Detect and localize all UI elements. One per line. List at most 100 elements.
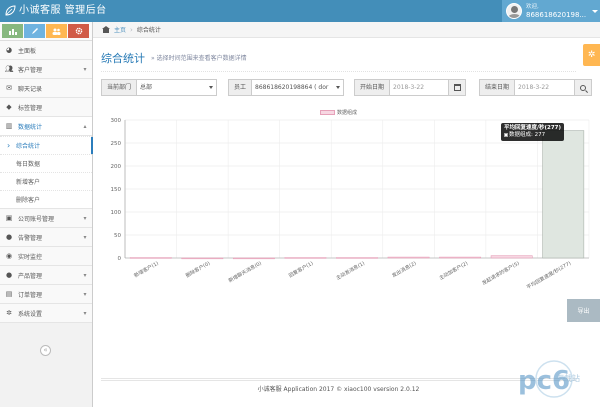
page-subtitle-text: 选择时间范围来查看客户数据详情 — [156, 55, 247, 62]
tooltip-series: 数据组成 — [509, 132, 532, 138]
bar — [284, 257, 327, 259]
sidebar-item-label: 数据统计 — [18, 123, 43, 131]
chevron-down-icon: ▾ — [83, 271, 87, 279]
start-date-calendar-button[interactable] — [449, 79, 466, 96]
search-icon — [580, 84, 586, 91]
tooltip-title: 平均回复速度/秒(277) — [504, 125, 562, 131]
sidebar-item-label: 实时监控 — [18, 253, 43, 261]
sidebar-item-statistics[interactable]: ▥ 数据统计 ▴ — [0, 117, 92, 136]
bar — [232, 257, 275, 260]
gear-icon: ✲ — [587, 50, 596, 60]
employee-select[interactable]: 868618620198864 ( dor — [252, 79, 344, 96]
sidebar-item-settings[interactable]: ✲ 系统设置 ▾ — [0, 304, 92, 323]
end-date-input[interactable]: 2018-3-22 — [515, 79, 575, 96]
sidebar-item-orders[interactable]: ▤ 订单管理 ▾ — [0, 285, 92, 304]
x-tick-label: 主动加客户(2) — [438, 260, 469, 282]
end-date-label: 结束日期 — [479, 79, 516, 96]
bar — [490, 255, 533, 259]
sidebar-item-alerts[interactable]: ● 告警管理 ▾ — [0, 228, 92, 247]
y-tick-label: 200 — [111, 164, 122, 170]
list-icon: ▤ — [5, 290, 13, 298]
x-tick-label: 回复客户(1) — [287, 260, 314, 280]
sidebar-item-label: 告警管理 — [18, 234, 43, 242]
user-menu[interactable]: 欢迎, 868618620198... — [502, 0, 600, 22]
department-filter: 当前部门 总部 — [101, 79, 217, 96]
sidebar-item-label: 客户管理 — [18, 66, 43, 74]
svg-text:下载站: 下载站 — [556, 373, 580, 383]
submenu-item-label: 综合统计 — [16, 143, 41, 150]
eye-icon: ◉ — [5, 252, 13, 260]
statistics-submenu: 综合统计 每日数据 新增客户 删除客户 — [0, 136, 93, 209]
chevron-down-icon: ▾ — [83, 214, 87, 222]
page-header: 综合统计 » 选择时间范围来查看客户数据详情 — [101, 44, 576, 72]
x-tick-label: 删除客户(0) — [184, 260, 211, 280]
chart-tooltip: 平均回复速度/秒(277) 数据组成: 277 — [501, 123, 565, 141]
user-greeting: 欢迎, — [526, 4, 539, 10]
chevron-down-icon: ▾ — [83, 290, 87, 298]
top-navbar: 小诚客服 管理后台 欢迎, 868618620198... — [0, 0, 600, 22]
briefcase-icon: ▣ — [5, 214, 13, 222]
pencil-icon[interactable] — [24, 24, 45, 38]
y-tick-label: 100 — [111, 210, 122, 216]
sidebar-item-chat-records[interactable]: ✉ 聊天记录 — [0, 79, 92, 98]
warning-icon: ● — [5, 233, 13, 241]
export-button[interactable]: 导出 — [567, 299, 600, 322]
chevron-up-icon: ▴ — [83, 122, 87, 130]
sidebar-item-monitor[interactable]: ◉ 实时监控 — [0, 247, 92, 266]
submenu-item-deleted-customers[interactable]: 删除客户 — [0, 190, 92, 208]
breadcrumb-home-link[interactable]: 主页 — [114, 25, 126, 34]
start-date-input[interactable]: 2018-3-22 — [390, 79, 449, 96]
x-tick-label: 新增客户(1) — [133, 260, 160, 280]
x-tick-label: 新增聊天消息(0) — [227, 260, 263, 285]
leaf-icon — [5, 5, 16, 16]
user-name: 868618620198... — [526, 11, 587, 19]
start-date-label: 开始日期 — [354, 79, 391, 96]
tag-icon: ◆ — [6, 103, 12, 111]
sidebar-item-dashboard[interactable]: ◕ 主面板 — [0, 41, 92, 60]
settings-gear-button[interactable]: ✲ — [583, 44, 600, 66]
group-icon[interactable] — [46, 24, 67, 38]
department-label: 当前部门 — [101, 79, 138, 96]
start-date-filter: 开始日期 2018-3-22 — [354, 79, 466, 96]
home-icon — [102, 26, 110, 33]
submenu-item-overview[interactable]: 综合统计 — [0, 136, 93, 154]
caret-down-icon — [592, 9, 599, 13]
tooltip-value: 277 — [534, 132, 546, 138]
y-tick-label: 250 — [111, 141, 122, 147]
sidebar-item-tags[interactable]: ◆ 标签管理 — [0, 98, 92, 117]
sidebar-item-company-accounts[interactable]: ▣ 公司账号管理 ▾ — [0, 209, 92, 228]
sidebar-collapse-button[interactable]: « — [40, 345, 51, 356]
avatar — [506, 3, 522, 19]
caret-down-icon — [209, 86, 213, 89]
submenu-item-label: 每日数据 — [16, 161, 41, 168]
chart-icon[interactable] — [2, 24, 23, 38]
y-tick-label: 150 — [111, 187, 122, 193]
submenu-item-daily[interactable]: 每日数据 — [0, 154, 92, 172]
sidebar-item-label: 订单管理 — [18, 291, 43, 299]
sidebar-item-customers[interactable]: 👥︎ 客户管理 ▾ — [0, 60, 92, 79]
employee-filter: 员工 868618620198864 ( dor — [228, 79, 344, 96]
sidebar-item-products[interactable]: ● 产品管理 ▾ — [0, 266, 92, 285]
search-button[interactable] — [575, 79, 592, 96]
bar — [542, 130, 585, 259]
comments-icon: ✉ — [6, 84, 12, 92]
submenu-item-label: 新增客户 — [16, 179, 41, 186]
app-title: 小诚客服 管理后台 — [19, 5, 107, 16]
submenu-item-new-customers[interactable]: 新增客户 — [0, 172, 92, 190]
cogs-icon[interactable] — [68, 24, 89, 38]
x-tick-label: 发出消息(2) — [391, 260, 418, 280]
page-subtitle: » 选择时间范围来查看客户数据详情 — [151, 55, 247, 62]
y-tick-label: 0 — [118, 256, 122, 262]
sidebar-item-label: 聊天记录 — [18, 85, 43, 93]
employee-value: 868618620198864 ( dor — [255, 84, 329, 91]
bar — [336, 257, 378, 259]
sidebar-item-label: 产品管理 — [18, 272, 43, 280]
brand[interactable]: 小诚客服 管理后台 — [4, 4, 107, 18]
sidebar-item-label: 标签管理 — [18, 104, 43, 112]
chevron-down-icon: ▾ — [83, 65, 87, 73]
department-select[interactable]: 总部 — [137, 79, 217, 96]
caret-down-icon — [336, 86, 340, 89]
x-tick-label: 发起请求的客户(5) — [481, 260, 521, 287]
users-icon: 👥︎ — [4, 65, 14, 73]
employee-label: 员工 — [228, 79, 253, 96]
